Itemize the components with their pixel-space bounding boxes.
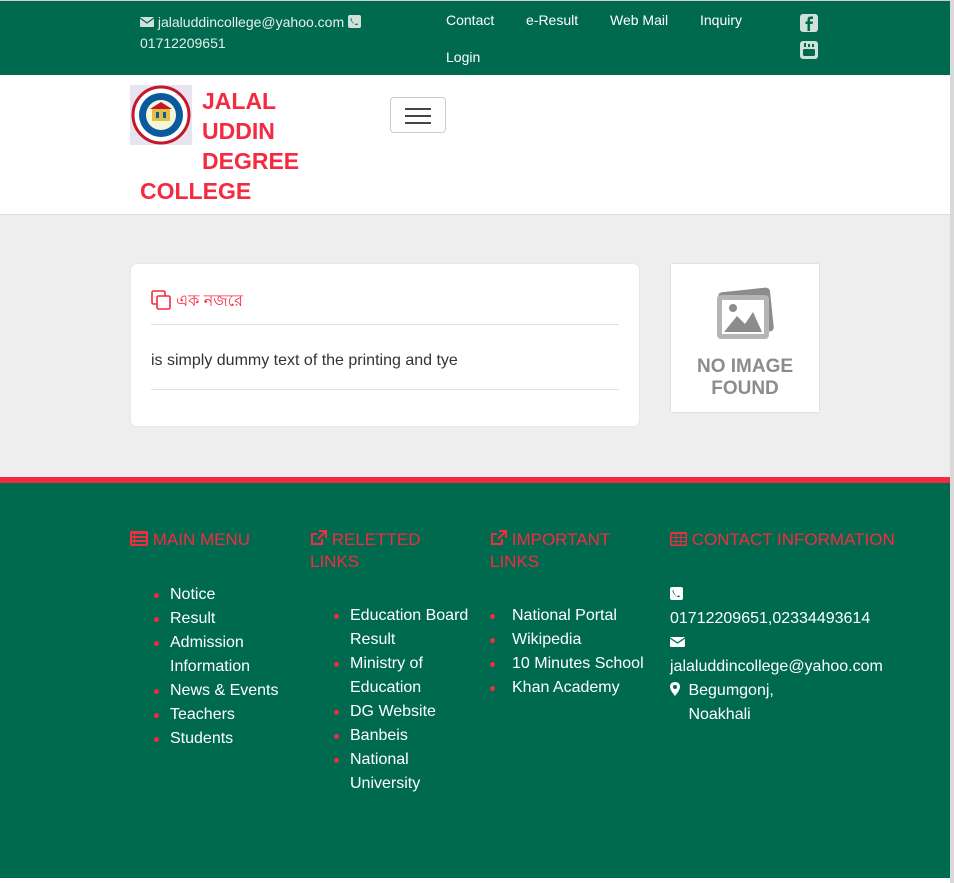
important-link-10-minutes-school[interactable]: 10 Minutes School [490,652,650,676]
related-link-national-university[interactable]: National University [334,748,470,796]
youtube-icon[interactable] [799,40,819,60]
site-footer: MAIN MENU Notice Result Admission Inform… [0,477,950,883]
related-link-ministry[interactable]: Ministry of Education [334,652,470,700]
related-link-dg-website[interactable]: DG Website [334,700,470,724]
main-menu-teachers[interactable]: Teachers [154,703,290,727]
brand-line-3: DEGREE [202,148,300,174]
page-bottom-edge [0,878,954,883]
table-icon [670,530,687,551]
important-link-khan-academy[interactable]: Khan Academy [490,676,650,700]
external-link-icon [490,530,507,551]
scrollbar[interactable] [950,0,954,883]
footer-main-menu: MAIN MENU Notice Result Admission Inform… [130,483,290,751]
divider [151,324,619,325]
top-phone[interactable]: 01712209651 [140,35,226,51]
phone-icon [670,584,684,600]
social-links [799,13,821,67]
top-email[interactable]: jalaluddincollege@yahoo.com [158,14,344,30]
main-menu-title: MAIN MENU [152,530,251,549]
footer-important-links: IMPORTANT LINKS National Portal Wikipedi… [490,483,650,700]
main-menu-news-events[interactable]: News & Events [154,679,290,703]
no-image-text-1: NO IMAGE [697,356,793,377]
envelope-icon [139,13,155,27]
nav-contact[interactable]: Contact [446,12,494,28]
card-title: এক নজরে [151,288,243,315]
nav-inquiry[interactable]: Inquiry [700,12,742,28]
contact-details: 01712209651,02334493614 jalaluddincolleg… [669,583,910,727]
main-menu-notice[interactable]: Notice [154,583,290,607]
main-menu-heading: MAIN MENU [130,529,290,551]
at-a-glance-card: এক নজরে is simply dummy text of the prin… [131,264,639,426]
college-name[interactable]: JALAL UDDIN DEGREE COLLEGE [140,86,330,206]
map-marker-icon [670,680,684,696]
important-links-list: National Portal Wikipedia 10 Minutes Sch… [490,604,650,700]
main-menu-students[interactable]: Students [154,727,290,751]
footer-related-links: RELETTED LINKS Education Board Result Mi… [310,483,470,796]
nav-e-result[interactable]: e-Result [526,12,578,28]
contact-heading: CONTACT INFORMATION [670,529,910,551]
related-links-heading: RELETTED LINKS [310,529,470,572]
top-bar: jalaluddincollege@yahoo.com 01712209651 … [0,0,950,75]
brand-line-1: JALAL [202,88,277,114]
nav-login[interactable]: Login [446,49,480,65]
contact-address: Begumgonj, Noakhali [688,682,774,723]
contact-title: CONTACT INFORMATION [691,530,895,549]
contact-phone[interactable]: 01712209651,02334493614 [670,610,870,627]
envelope-icon [669,632,686,647]
site-header: JALAL UDDIN DEGREE COLLEGE [0,75,950,215]
main-menu-result[interactable]: Result [154,607,290,631]
top-contact: jalaluddincollege@yahoo.com 01712209651 [139,12,380,54]
card-body-text: is simply dummy text of the printing and… [151,352,458,369]
contact-email[interactable]: jalaluddincollege@yahoo.com [670,658,883,675]
hamburger-icon [405,108,431,110]
phone-icon [348,13,362,28]
no-image-placeholder: NO IMAGE FOUND [671,264,819,412]
footer-contact-info: CONTACT INFORMATION 01712209651,02334493… [669,483,910,727]
list-icon [130,530,148,551]
related-link-education-board[interactable]: Education Board Result [334,604,470,652]
menu-toggle-button[interactable] [390,97,446,133]
facebook-icon[interactable] [799,13,819,33]
main-menu-admission[interactable]: Admission Information [154,631,290,679]
important-link-national-portal[interactable]: National Portal [490,604,650,628]
related-link-banbeis[interactable]: Banbeis [334,724,470,748]
card-title-text: এক নজরে [176,293,243,310]
external-link-icon [310,530,327,551]
brand-line-2: UDDIN [202,118,275,144]
nav-web-mail[interactable]: Web Mail [610,12,668,28]
important-links-heading: IMPORTANT LINKS [490,529,650,572]
divider [151,389,619,390]
no-image-text-2: FOUND [711,378,779,399]
main-menu-list: Notice Result Admission Information News… [130,583,290,751]
related-links-list: Education Board Result Ministry of Educa… [310,604,470,796]
clone-icon [151,290,171,310]
important-link-wikipedia[interactable]: Wikipedia [490,628,650,652]
brand-line-4: COLLEGE [140,178,252,204]
related-links-title: RELETTED LINKS [310,530,421,571]
important-links-title: IMPORTANT LINKS [490,530,610,571]
